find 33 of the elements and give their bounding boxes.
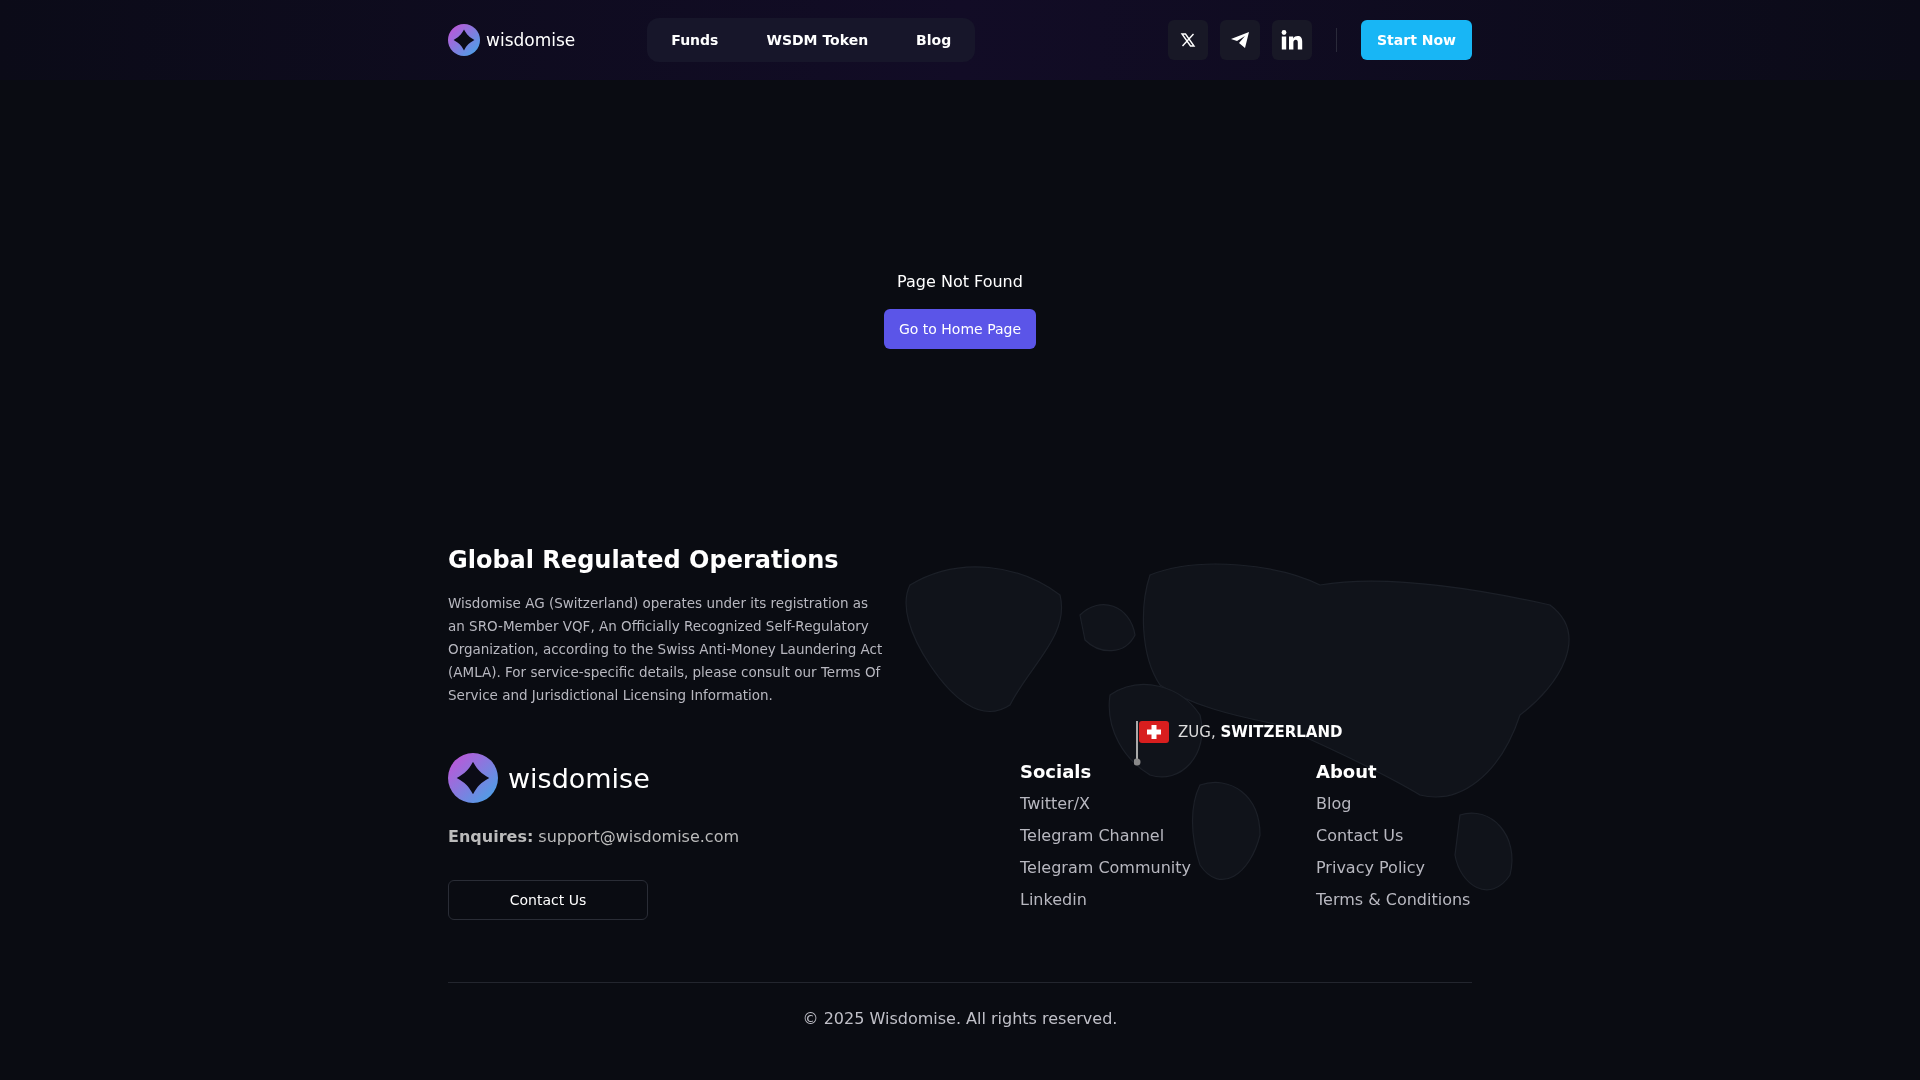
footer-link[interactable]: Terms & Conditions xyxy=(1316,890,1472,922)
paper-plane-icon xyxy=(1230,31,1251,49)
page-not-found-message: Page Not Found xyxy=(897,272,1023,291)
footer-link[interactable]: Twitter/X xyxy=(1020,794,1226,826)
nav-link[interactable]: Blog xyxy=(916,32,952,48)
social-button[interactable] xyxy=(1272,20,1313,60)
footer-link[interactable]: Telegram Community xyxy=(1020,858,1226,890)
email-link[interactable]: support@wisdomise.com xyxy=(538,827,740,846)
location-label: ZUG, SWITZERLAND xyxy=(1178,723,1343,741)
enquiries-label: Enquires: xyxy=(448,827,534,846)
nav-link[interactable]: Funds xyxy=(671,32,719,48)
footer-link[interactable]: Telegram Channel xyxy=(1020,826,1226,858)
brand-name: wisdomise xyxy=(508,762,650,794)
social-button[interactable] xyxy=(1220,20,1261,60)
regulation-paragraph: Wisdomise AG (Switzerland) operates under its registration as an SRO-Member VQF, An Officially Recognized Self-Regulatory Organization, according to the Swiss Anti-Money Laundering Act (AMLA). For service-specific details, please consult our Terms Of Service and Jurisdictional Licensing Information. xyxy=(448,594,884,705)
footer-link[interactable]: Contact Us xyxy=(1316,826,1472,858)
logo-icon xyxy=(448,753,498,803)
column-heading: About xyxy=(1316,761,1378,782)
footer-link[interactable]: Privacy Policy xyxy=(1316,858,1472,890)
linkedin-icon xyxy=(1281,30,1304,50)
brand-name: wisdomise xyxy=(486,30,576,50)
footer-heading: Global Regulated Operations xyxy=(448,546,840,574)
logo-icon xyxy=(448,24,480,56)
copyright-text: © 2025 Wisdomise. All rights reserved. xyxy=(801,1009,1119,1028)
footer-link[interactable]: Linkedin xyxy=(1020,890,1226,922)
nav-link[interactable]: WSDM Token xyxy=(766,32,869,48)
swiss-flag-pin-icon xyxy=(1134,719,1170,767)
contact-us-button[interactable]: Contact Us xyxy=(448,880,648,920)
social-button[interactable] xyxy=(1168,20,1209,60)
x-icon xyxy=(1180,32,1197,48)
footer-link[interactable]: Blog xyxy=(1316,794,1472,826)
column-heading: Socials xyxy=(1020,761,1093,782)
home-page-button[interactable]: Go to Home Page xyxy=(883,309,1037,349)
